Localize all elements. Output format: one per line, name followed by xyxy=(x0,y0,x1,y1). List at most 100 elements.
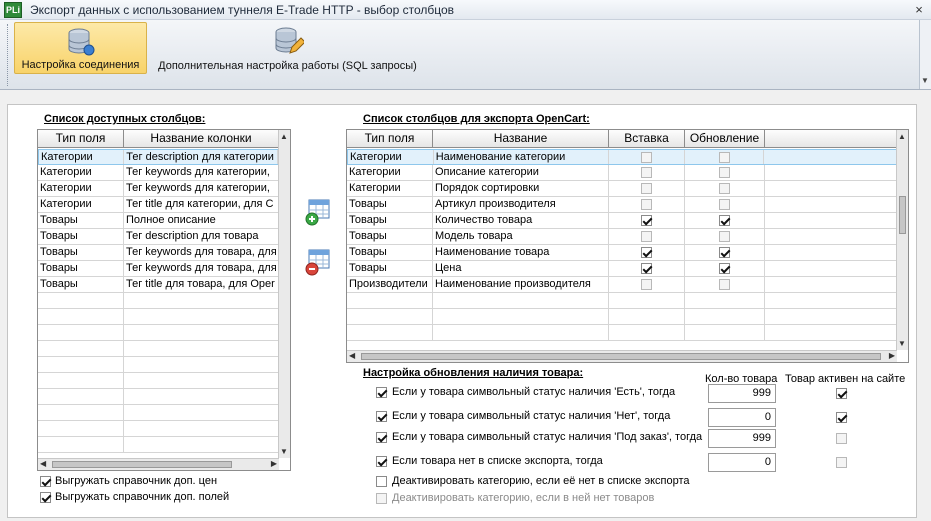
update-checkbox[interactable] xyxy=(719,199,730,211)
cell-insert[interactable] xyxy=(609,229,685,244)
table-row[interactable] xyxy=(38,373,279,389)
deactivate-missing-checkbox[interactable] xyxy=(376,476,387,487)
active-checkbox[interactable] xyxy=(836,433,847,444)
col-header-name[interactable]: Название xyxy=(433,130,609,147)
table-row[interactable] xyxy=(38,421,279,437)
table-row[interactable]: Товары Тег title для товара, для Oper xyxy=(38,277,279,293)
table-row[interactable]: Категории Тег title для категории, для С xyxy=(38,197,279,213)
table-row[interactable]: Категории Тег keywords для категории, xyxy=(38,181,279,197)
stock-rule-checkbox[interactable] xyxy=(376,456,387,467)
col-header-insert[interactable]: Вставка xyxy=(609,130,685,147)
cell-insert[interactable] xyxy=(609,165,685,180)
table-row[interactable]: Товары Полное описание xyxy=(38,213,279,229)
export-hscroll[interactable]: ◀ ▶ xyxy=(347,350,897,362)
stock-rule-checkbox[interactable] xyxy=(376,432,387,443)
table-row[interactable]: Категории Наименование категории xyxy=(347,149,897,165)
insert-checkbox[interactable] xyxy=(641,215,652,227)
qty-input[interactable]: 0 xyxy=(708,453,776,472)
col-header-field-type[interactable]: Тип поля xyxy=(38,130,124,147)
export-price-ref-option[interactable]: Выгружать справочник доп. цен xyxy=(40,475,217,487)
table-row[interactable]: Товары Артикул производителя xyxy=(347,197,897,213)
add-column-button[interactable] xyxy=(304,198,332,226)
stock-rule[interactable]: Если у товара символьный статус наличия … xyxy=(376,431,702,443)
active-checkbox[interactable] xyxy=(836,457,847,468)
table-row[interactable]: Категории Порядок сортировки xyxy=(347,181,897,197)
cell-insert[interactable] xyxy=(609,325,685,340)
update-checkbox[interactable] xyxy=(719,231,730,243)
cell-update[interactable] xyxy=(685,245,765,260)
cell-insert[interactable] xyxy=(609,197,685,212)
cell-insert[interactable] xyxy=(609,245,685,260)
cell-update[interactable] xyxy=(685,197,765,212)
table-row[interactable]: Категории Тег keywords для категории, xyxy=(38,165,279,181)
table-row[interactable]: Товары Тег description для товара xyxy=(38,229,279,245)
cell-update[interactable] xyxy=(685,261,765,276)
toolbar-grip[interactable] xyxy=(7,24,10,86)
stock-rule-checkbox[interactable] xyxy=(376,411,387,422)
export-fields-ref-checkbox[interactable] xyxy=(40,492,51,503)
insert-checkbox[interactable] xyxy=(641,199,652,211)
cell-insert[interactable] xyxy=(609,309,685,324)
table-row[interactable] xyxy=(347,293,897,309)
cell-insert[interactable] xyxy=(609,181,685,196)
insert-checkbox[interactable] xyxy=(641,247,652,259)
available-hscroll[interactable]: ◀ ▶ xyxy=(38,458,279,470)
table-row[interactable] xyxy=(38,341,279,357)
table-row[interactable]: Товары Тег keywords для товара, для xyxy=(38,261,279,277)
export-columns-grid[interactable]: Тип поля Название Вставка Обновление Кат… xyxy=(346,129,909,363)
stock-rule-checkbox[interactable] xyxy=(376,387,387,398)
insert-checkbox[interactable] xyxy=(641,183,652,195)
table-row[interactable] xyxy=(347,309,897,325)
connection-settings-button[interactable]: Настройка соединения xyxy=(14,22,147,74)
export-vscroll[interactable]: ▲ ▼ xyxy=(896,130,908,350)
insert-checkbox[interactable] xyxy=(641,231,652,243)
active-checkbox[interactable] xyxy=(836,412,847,423)
qty-input[interactable]: 999 xyxy=(708,384,776,403)
update-checkbox[interactable] xyxy=(718,152,730,164)
update-checkbox[interactable] xyxy=(719,263,730,275)
table-row[interactable] xyxy=(38,293,279,309)
table-row[interactable]: Категории Описание категории xyxy=(347,165,897,181)
active-checkbox[interactable] xyxy=(836,388,847,399)
table-row[interactable] xyxy=(38,389,279,405)
cell-update[interactable] xyxy=(685,277,765,292)
remove-column-button[interactable] xyxy=(304,248,332,276)
cell-update[interactable] xyxy=(685,325,765,340)
stock-rule[interactable]: Если товара нет в списке экспорта, тогда xyxy=(376,455,603,467)
insert-checkbox[interactable] xyxy=(640,152,652,164)
toolbar-scroll[interactable]: ▼ xyxy=(919,20,931,89)
cell-update[interactable] xyxy=(685,150,765,164)
export-fields-ref-option[interactable]: Выгружать справочник доп. полей xyxy=(40,491,229,503)
insert-checkbox[interactable] xyxy=(641,263,652,275)
table-row[interactable]: Производители Наименование производителя xyxy=(347,277,897,293)
update-checkbox[interactable] xyxy=(719,167,730,179)
table-row[interactable]: Товары Тег keywords для товара, для xyxy=(38,245,279,261)
table-row[interactable] xyxy=(38,309,279,325)
col-header-column-name[interactable]: Название колонки xyxy=(124,130,279,147)
table-row[interactable]: Товары Количество товара xyxy=(347,213,897,229)
table-row[interactable] xyxy=(38,357,279,373)
cell-update[interactable] xyxy=(685,293,765,308)
available-columns-grid[interactable]: Тип поля Название колонки Категории Тег d… xyxy=(37,129,291,471)
update-checkbox[interactable] xyxy=(719,183,730,195)
update-checkbox[interactable] xyxy=(719,279,730,291)
insert-checkbox[interactable] xyxy=(641,279,652,291)
cell-insert[interactable] xyxy=(609,213,685,228)
stock-rule[interactable]: Если у товара символьный статус наличия … xyxy=(376,386,675,398)
cell-update[interactable] xyxy=(685,181,765,196)
update-checkbox[interactable] xyxy=(719,247,730,259)
table-row[interactable] xyxy=(38,405,279,421)
cell-update[interactable] xyxy=(685,309,765,324)
col-header-update[interactable]: Обновление xyxy=(685,130,765,147)
table-row[interactable]: Товары Модель товара xyxy=(347,229,897,245)
cell-insert[interactable] xyxy=(609,261,685,276)
cell-insert[interactable] xyxy=(609,150,685,164)
table-row[interactable] xyxy=(347,325,897,341)
deactivate-missing-option[interactable]: Деактивировать категорию, если её нет в … xyxy=(376,475,690,487)
cell-update[interactable] xyxy=(685,165,765,180)
close-button[interactable]: × xyxy=(911,2,927,18)
qty-input[interactable]: 999 xyxy=(708,429,776,448)
col-header-field-type[interactable]: Тип поля xyxy=(347,130,433,147)
sql-settings-button[interactable]: Дополнительная настройка работы (SQL зап… xyxy=(150,22,425,74)
export-price-ref-checkbox[interactable] xyxy=(40,476,51,487)
